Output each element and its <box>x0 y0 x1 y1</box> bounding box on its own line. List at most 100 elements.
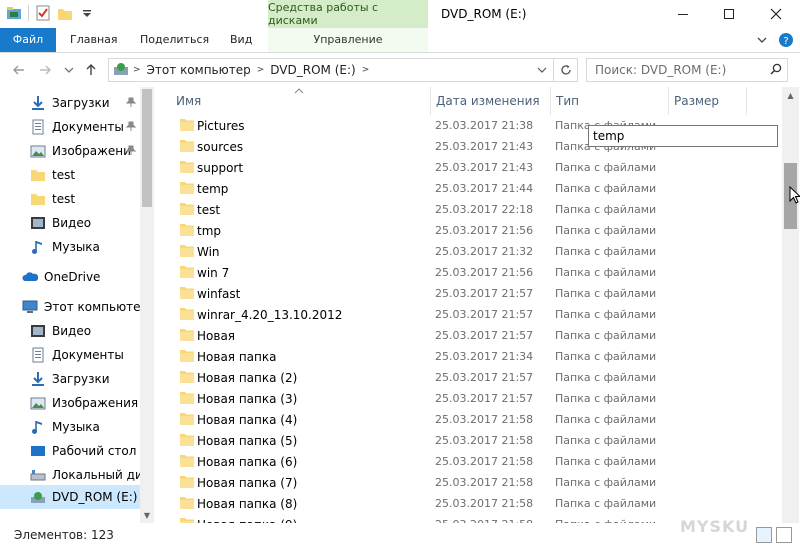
file-list-scrollbar[interactable]: ▲ <box>782 87 799 523</box>
folder-icon <box>180 202 194 215</box>
nav-item[interactable]: Документы <box>0 343 140 367</box>
nav-item[interactable]: Загрузки <box>0 367 140 391</box>
chevron-down-icon[interactable] <box>756 34 768 49</box>
column-header-size[interactable]: Размер <box>668 87 768 115</box>
qat-divider <box>28 5 29 21</box>
nav-item[interactable]: Загрузки <box>0 91 140 115</box>
nav-item[interactable]: Документы <box>0 115 140 139</box>
file-date: 25.03.2017 21:57 <box>435 329 534 342</box>
table-row[interactable]: Новая папка 25.03.2017 21:34 Папка с файла… <box>160 346 782 367</box>
table-row[interactable]: Win 25.03.2017 21:32 Папка с файлами <box>160 241 782 262</box>
computer-icon <box>22 299 38 315</box>
table-row[interactable]: Новая папка (3) 25.03.2017 21:57 Папка с ф… <box>160 388 782 409</box>
nav-item-label: OneDrive <box>44 270 101 284</box>
search-icon[interactable] <box>765 63 787 78</box>
table-row[interactable]: support 25.03.2017 21:43 Папка с файлами <box>160 157 782 178</box>
pin-icon <box>125 145 137 158</box>
nav-scroll-down-button[interactable]: ▼ <box>140 509 154 523</box>
breadcrumb-separator[interactable]: > <box>257 65 265 75</box>
nav-item[interactable]: Музыка <box>0 415 140 439</box>
documents-icon <box>30 347 46 363</box>
tab-share[interactable]: Поделиться <box>128 28 221 52</box>
explorer-icon[interactable] <box>6 5 22 21</box>
close-button[interactable] <box>753 0 799 28</box>
column-header-type[interactable]: Тип <box>550 87 668 115</box>
table-row[interactable]: Новая папка (8) 25.03.2017 21:58 Папка с ф… <box>160 493 782 514</box>
help-icon[interactable]: ? <box>778 32 794 51</box>
new-folder-icon[interactable] <box>57 5 73 21</box>
table-row[interactable]: Новая папка (7) 25.03.2017 21:58 Папка с ф… <box>160 472 782 493</box>
column-header-date[interactable]: Дата изменения <box>430 87 550 115</box>
address-dropdown-button[interactable] <box>533 59 551 81</box>
customize-qat-icon[interactable] <box>79 5 95 21</box>
file-name: Новая <box>197 328 236 343</box>
tab-file[interactable]: Файл <box>0 28 56 52</box>
folder-icon <box>180 286 194 299</box>
recent-locations-button[interactable] <box>60 61 78 79</box>
file-date: 25.03.2017 21:32 <box>435 245 534 258</box>
details-view-button[interactable] <box>756 527 772 543</box>
folder-icon <box>180 370 194 383</box>
file-type: Папка с файлами <box>555 497 657 510</box>
file-date: 25.03.2017 21:38 <box>435 119 534 132</box>
title-bar: Средства работы с дисками DVD_ROM (E:) <box>0 0 800 28</box>
table-row[interactable]: tmp 25.03.2017 21:56 Папка с файлами <box>160 220 782 241</box>
table-row[interactable]: winrar_4.20_13.10.2012 25.03.2017 21:57 Па… <box>160 304 782 325</box>
table-row[interactable]: temp 25.03.2017 21:44 Папка с файлами <box>160 178 782 199</box>
nav-item[interactable]: OneDrive <box>0 265 140 289</box>
nav-item[interactable]: Рабочий стол <box>0 439 140 463</box>
back-button[interactable] <box>10 61 28 79</box>
tab-manage[interactable]: Управление <box>268 28 428 52</box>
table-row[interactable]: Новая папка (5) 25.03.2017 21:58 Папка с ф… <box>160 430 782 451</box>
nav-scrollbar-thumb[interactable] <box>142 89 152 207</box>
nav-item[interactable]: Музыка <box>0 235 140 259</box>
nav-item[interactable]: DVD_ROM (E:) <box>0 485 140 509</box>
large-icons-view-button[interactable] <box>776 527 792 543</box>
quick-access-toolbar <box>6 5 95 21</box>
address-bar[interactable]: > Этот компьютер > DVD_ROM (E:) > <box>108 58 578 82</box>
table-row[interactable]: test 25.03.2017 22:18 Папка с файлами <box>160 199 782 220</box>
table-row[interactable]: Новая папка (6) 25.03.2017 21:58 Папка с ф… <box>160 451 782 472</box>
maximize-button[interactable] <box>706 0 752 28</box>
file-type: Папка с файлами <box>555 182 657 195</box>
file-name: test <box>197 202 221 217</box>
nav-item[interactable]: Изображени <box>0 139 140 163</box>
table-row[interactable]: Новая 25.03.2017 21:57 Папка с файлами <box>160 325 782 346</box>
nav-item[interactable]: Этот компьютер <box>0 295 140 319</box>
scroll-up-button[interactable]: ▲ <box>782 87 799 104</box>
file-name: Новая папка (7) <box>197 475 298 490</box>
properties-icon[interactable] <box>35 5 51 21</box>
table-row[interactable]: win 7 25.03.2017 21:56 Папка с файлами <box>160 262 782 283</box>
nav-item[interactable]: test <box>0 187 140 211</box>
column-divider[interactable] <box>746 87 747 115</box>
nav-item[interactable]: Видео <box>0 211 140 235</box>
tab-view[interactable]: Вид <box>218 28 264 52</box>
nav-item-label: test <box>52 168 76 182</box>
file-name: winfast <box>197 286 241 301</box>
refresh-button[interactable] <box>553 59 577 81</box>
nav-scrollbar[interactable]: ▼ <box>140 87 154 523</box>
table-row[interactable]: Новая папка (2) 25.03.2017 21:57 Папка с ф… <box>160 367 782 388</box>
folder-icon <box>180 223 194 236</box>
table-row[interactable]: Новая папка (4) 25.03.2017 21:58 Папка с ф… <box>160 409 782 430</box>
breadcrumb-dvd-rom[interactable]: DVD_ROM (E:) <box>264 63 361 77</box>
minimize-button[interactable] <box>660 0 706 28</box>
up-button[interactable] <box>82 61 100 79</box>
nav-item[interactable]: Видео <box>0 319 140 343</box>
nav-item-label: Музыка <box>52 240 100 254</box>
breadcrumb-this-pc[interactable]: Этот компьютер <box>141 63 257 77</box>
breadcrumb-separator[interactable]: > <box>362 65 370 75</box>
tab-home[interactable]: Главная <box>58 28 130 52</box>
nav-item[interactable]: Локальный дис <box>0 463 140 487</box>
nav-item[interactable]: Изображения <box>0 391 140 415</box>
search-input[interactable]: Поиск: DVD_ROM (E:) <box>586 58 788 82</box>
nav-item[interactable]: test <box>0 163 140 187</box>
folder-icon <box>180 496 194 509</box>
table-row[interactable]: winfast 25.03.2017 21:57 Папка с файлами <box>160 283 782 304</box>
forward-button[interactable] <box>36 61 54 79</box>
file-name: Pictures <box>197 118 245 133</box>
file-type: Папка с файлами <box>555 308 657 321</box>
window-title: DVD_ROM (E:) <box>441 7 527 21</box>
breadcrumb-separator[interactable]: > <box>133 65 141 75</box>
arrow-right-icon <box>40 65 51 75</box>
